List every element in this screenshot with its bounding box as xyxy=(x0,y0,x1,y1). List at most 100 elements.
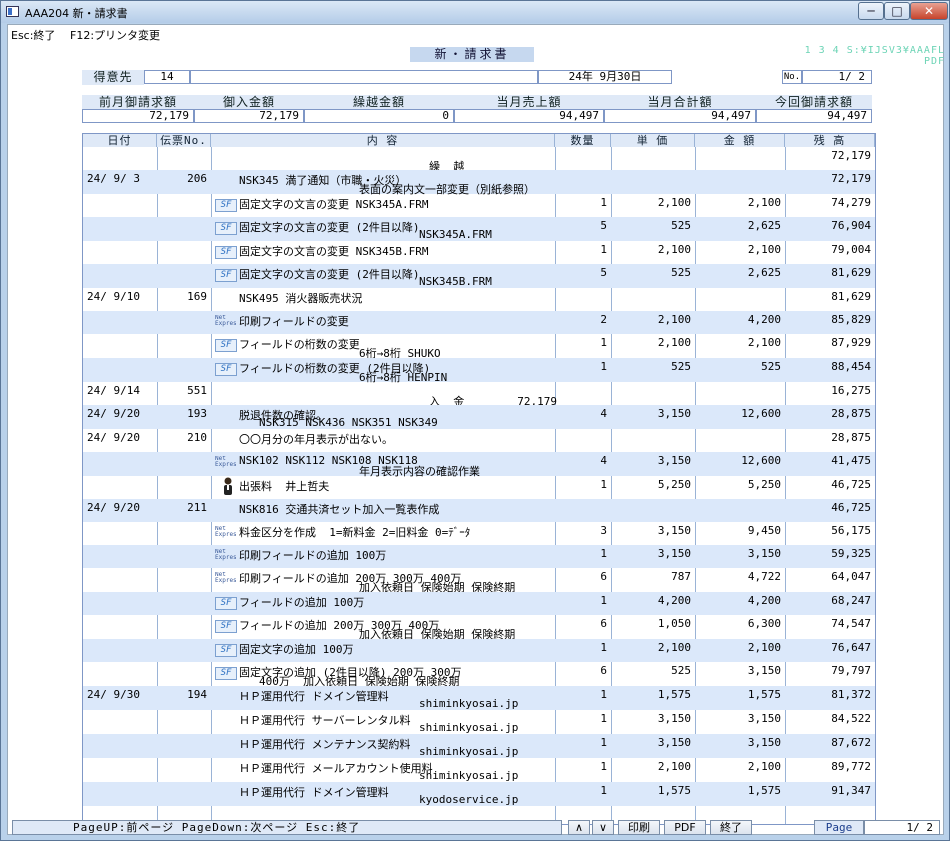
table-row[interactable]: フィールドの桁数の変更 (2件目以降) 6桁→8桁 HENPIN 1 525 525 88… xyxy=(83,358,875,384)
table-row[interactable]: 固定文字の文言の変更 (2件目以降) NSK345B.FRM 5 525 2,625 81… xyxy=(83,264,875,288)
software-fix-icon: SF xyxy=(215,269,237,282)
table-row[interactable]: 出張料 井上哲夫 1 5,250 5,250 46,725 xyxy=(83,476,875,499)
unit-price-cell: 525 xyxy=(671,219,691,232)
balance-cell: 79,004 xyxy=(831,243,871,256)
page-label: Page xyxy=(814,820,864,835)
quantity-cell: 1 xyxy=(600,784,607,797)
description-cell: 印刷フィールドの変更 xyxy=(239,315,349,328)
amount-cell: 2,625 xyxy=(747,266,781,279)
table-row[interactable]: 固定文字の追加 100万 1 2,100 2,100 76,647 SF xyxy=(83,639,875,662)
balance-cell: 74,547 xyxy=(831,617,871,630)
table-row[interactable]: 24/ 9/20 210 〇〇月分の年月表示が出ない。 28,875 xyxy=(83,429,875,452)
print-button[interactable]: 印刷 xyxy=(618,820,660,835)
balance-cell: 41,475 xyxy=(831,454,871,467)
window-title: AAA204 新・請求書 xyxy=(25,7,128,20)
balance-cell: 85,829 xyxy=(831,313,871,326)
description-cell: 印刷フィールドの追加 100万 xyxy=(239,549,387,562)
description-cell: 固定文字の文言の変更 NSK345B.FRM xyxy=(239,245,429,258)
balance-cell: 46,725 xyxy=(831,478,871,491)
table-row[interactable]: 印刷フィールドの追加 200万 300万 400万 加入依頼日 保険始期 保険終期… xyxy=(83,568,875,594)
description-detail-cell: NSK345B.FRM xyxy=(419,275,492,288)
amount-cell: 6,300 xyxy=(747,617,781,630)
table-row[interactable]: 固定文字の文言の変更 NSK345A.FRM 1 2,100 2,100 74,279 S… xyxy=(83,194,875,217)
table-row[interactable]: ＨＰ運用代行 サーバーレンタル料 shiminkyosai.jp 1 3,150 3,1… xyxy=(83,710,875,734)
date-cell: 24/ 9/10 xyxy=(87,290,140,303)
unit-price-cell: 525 xyxy=(671,360,691,373)
table-row[interactable]: フィールドの桁数の変更 6桁→8桁 SHUKO 1 2,100 2,100 87,929 S… xyxy=(83,334,875,360)
balance-cell: 74,279 xyxy=(831,196,871,209)
pdf-button[interactable]: PDF xyxy=(664,820,706,835)
quantity-cell: 5 xyxy=(600,266,607,279)
balance-cell: 76,904 xyxy=(831,219,871,232)
document-title: 新・請求書 xyxy=(410,47,534,62)
table-row[interactable]: ＨＰ運用代行 メンテナンス契約料 shiminkyosai.jp 1 3,150 3,1… xyxy=(83,734,875,758)
invoice-table: 日付 伝票No. 内 容数量単 価金 額残 高繰 越 72,179 24/ 9/ 3 20… xyxy=(82,133,876,825)
scroll-up-button[interactable]: ∧ xyxy=(568,820,590,835)
net-express-icon: NetExpress xyxy=(215,456,237,469)
minimize-button[interactable]: ─ xyxy=(858,2,884,20)
table-row[interactable]: 固定文字の文言の変更 (2件目以降) NSK345A.FRM 5 525 2,625 76… xyxy=(83,217,875,241)
description-detail-cell: kyodoservice.jp xyxy=(419,793,519,806)
f12-printer-key[interactable]: F12:プリンタ変更 xyxy=(70,27,160,43)
balance-cell: 81,372 xyxy=(831,688,871,701)
quantity-cell: 1 xyxy=(600,478,607,491)
balance-cell: 89,772 xyxy=(831,760,871,773)
amount-cell: 3,150 xyxy=(747,664,781,677)
summary-value: 94,497 xyxy=(604,109,756,123)
customer-name-field[interactable] xyxy=(190,70,538,84)
table-row[interactable]: NSK102 NSK112 NSK108 NSK118 年月表示内容の確認作業 4 3… xyxy=(83,452,875,478)
software-fix-icon: SF xyxy=(215,667,237,680)
table-row[interactable]: 固定文字の追加 (2件目以降) 200万 300万 400万 加入依頼日 保険始期… xyxy=(83,662,875,688)
invoice-date-field[interactable]: 24年 9月30日 xyxy=(538,70,672,84)
unit-price-cell: 2,100 xyxy=(657,313,691,326)
balance-cell: 76,647 xyxy=(831,641,871,654)
table-row[interactable]: 24/ 9/20 193 脱退件数の確認。 NSK315 NSK436 NSK351 … xyxy=(83,405,875,429)
slip-no-cell: 194 xyxy=(187,688,207,701)
summary-value: 94,497 xyxy=(756,109,872,123)
customer-code-field[interactable]: 14 xyxy=(144,70,190,84)
unit-price-cell: 3,150 xyxy=(657,712,691,725)
amount-cell: 2,625 xyxy=(747,219,781,232)
table-row[interactable]: 24/ 9/ 3 206 NSK345 満了通知（市職・火災） 表面の案内文一部変更（… xyxy=(83,170,875,196)
table-row[interactable]: 固定文字の文言の変更 NSK345B.FRM 1 2,100 2,100 79,004 S… xyxy=(83,241,875,264)
scroll-down-button[interactable]: ∨ xyxy=(592,820,614,835)
table-row[interactable]: ＨＰ運用代行 メールアカウント使用料 shiminkyosai.jp 1 2,100 2… xyxy=(83,758,875,782)
table-row[interactable]: 印刷フィールドの変更 2 2,100 4,200 85,829 NetExpress xyxy=(83,311,875,334)
table-row[interactable]: 24/ 9/20 211 NSK816 交通共済セット加入一覧表作成 46,725 xyxy=(83,499,875,522)
quantity-cell: 1 xyxy=(600,547,607,560)
software-fix-icon: SF xyxy=(215,199,237,212)
maximize-button[interactable]: □ xyxy=(884,2,910,20)
slip-no-cell: 206 xyxy=(187,172,207,185)
summary-label: 当月売上額 xyxy=(454,95,604,110)
column-header: 単 価 xyxy=(611,134,695,147)
quantity-cell: 1 xyxy=(600,641,607,654)
table-row[interactable]: 繰 越 72,179 xyxy=(83,147,875,173)
table-row[interactable]: フィールドの追加 200万 300万 400万 加入依頼日 保険始期 保険終期 6 1… xyxy=(83,615,875,641)
esc-exit-key[interactable]: Esc:終了 xyxy=(11,27,55,43)
balance-cell: 68,247 xyxy=(831,594,871,607)
key-hint: PageUP:前ページ PageDown:次ページ Esc:終了 xyxy=(12,820,562,835)
table-row[interactable]: 24/ 9/14 551 入 金 72,179 16,275 xyxy=(83,382,875,408)
column-header: 数量 xyxy=(555,134,611,147)
quit-button[interactable]: 終了 xyxy=(710,820,752,835)
table-row[interactable]: 印刷フィールドの追加 100万 1 3,150 3,150 59,325 Net Expre… xyxy=(83,545,875,568)
quantity-cell: 1 xyxy=(600,336,607,349)
person-icon xyxy=(222,477,234,497)
net-express-icon: NetExpress xyxy=(215,572,237,585)
table-row[interactable]: フィールドの追加 100万 1 4,200 4,200 68,247 SF xyxy=(83,592,875,615)
table-row[interactable]: 料金区分を作成 1=新料金 2=旧料金 0=ﾃﾞｰﾀ 3 3,150 9,450 56,… xyxy=(83,522,875,545)
column-header: 伝票No. xyxy=(157,134,211,147)
software-fix-icon: SF xyxy=(215,222,237,235)
quantity-cell: 4 xyxy=(600,454,607,467)
description-detail-cell: shiminkyosai.jp xyxy=(419,769,519,782)
table-row[interactable]: 24/ 9/10 169 NSK495 消火器販売状況 81,629 xyxy=(83,288,875,311)
balance-cell: 72,179 xyxy=(831,149,871,162)
description-detail-cell: shiminkyosai.jp xyxy=(419,745,519,758)
close-button[interactable]: ✕ xyxy=(910,2,948,20)
table-row[interactable]: ＨＰ運用代行 ドメイン管理料 kyodoservice.jp 1 1,575 1,575… xyxy=(83,782,875,806)
unit-price-cell: 1,575 xyxy=(657,784,691,797)
column-header: 内 容 xyxy=(211,134,555,147)
column-header: 金 額 xyxy=(695,134,785,147)
table-row[interactable]: 24/ 9/30 194 ＨＰ運用代行 ドメイン管理料 shiminkyosai.jp… xyxy=(83,686,875,710)
function-key-bar: Esc:終了 F12:プリンタ変更 xyxy=(8,25,943,42)
